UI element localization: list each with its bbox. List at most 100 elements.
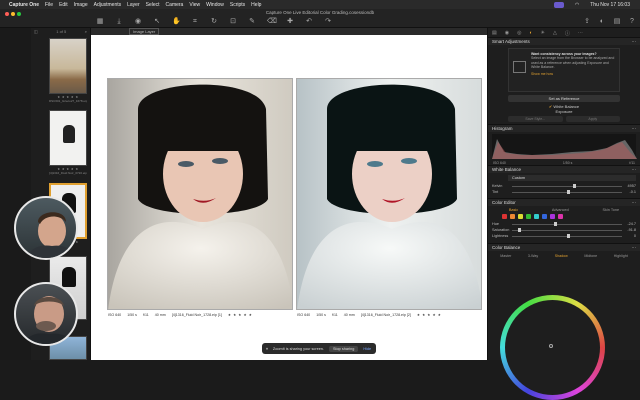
hue-knob[interactable]	[553, 222, 557, 226]
panel-menu-icon[interactable]: ⋯	[632, 167, 637, 172]
wb-mode-select[interactable]: Custom	[508, 175, 636, 181]
tab-highlight[interactable]: Highlight	[614, 254, 628, 258]
menu-adjustments[interactable]: Adjustments	[94, 2, 122, 8]
swatch-blue[interactable]	[542, 214, 547, 219]
photo-edited[interactable]	[296, 78, 482, 310]
eraser-tool-icon[interactable]: ⌫	[267, 18, 277, 25]
histogram-header[interactable]: Histogram ⋯	[488, 124, 640, 132]
lightness-knob[interactable]	[567, 234, 570, 238]
menu-file[interactable]: File	[45, 2, 53, 8]
search-icon[interactable]: ⌕	[85, 29, 87, 35]
picker-tool-icon[interactable]: ✚	[286, 18, 294, 25]
undo-icon[interactable]: ↶	[305, 18, 313, 25]
library-icon[interactable]: ▦	[96, 18, 104, 25]
menu-image[interactable]: Image	[74, 2, 88, 8]
lightness-value[interactable]: 0	[622, 234, 636, 238]
swatch-green[interactable]	[526, 214, 531, 219]
panel-menu-icon[interactable]: ⋯	[632, 39, 637, 44]
color-balance-header[interactable]: Color Balance ⋯	[488, 243, 640, 251]
hide-button[interactable]: Hide	[363, 347, 371, 351]
tab-advanced[interactable]: Advanced	[552, 208, 569, 212]
save-style-button[interactable]: Save Style...	[508, 116, 563, 122]
swatch-magenta[interactable]	[558, 214, 563, 219]
tab-lens-icon[interactable]: ◎	[517, 30, 521, 36]
proof-icon[interactable]: ◐	[598, 18, 606, 25]
thumbnail-image[interactable]	[49, 110, 87, 166]
swatch-cyan[interactable]	[534, 214, 539, 219]
tab-skin-tone[interactable]: Skin Tone	[603, 208, 620, 212]
image-viewer[interactable]: Image Layer ISO 640 1/50 s f/11 40 mm [4…	[91, 28, 487, 360]
photo-original[interactable]	[107, 78, 293, 310]
panel-menu-icon[interactable]: ⋯	[632, 200, 637, 205]
stop-sharing-button[interactable]: Stop sharing	[328, 345, 359, 352]
thumbnail[interactable]: ★ ★ ★ ★ ★ [4]1316_Fluid Noir_0720.eip	[49, 110, 87, 175]
lightness-track[interactable]	[512, 234, 622, 238]
panel-menu-icon[interactable]: ⋯	[632, 126, 637, 131]
swatch-yellow[interactable]	[518, 214, 523, 219]
tab-metadata-icon[interactable]: ⓘ	[565, 30, 570, 37]
menu-window[interactable]: Window	[206, 2, 224, 8]
tab-details-icon[interactable]: △	[553, 30, 557, 36]
view-icon[interactable]: ◫	[34, 29, 38, 35]
menu-edit[interactable]: Edit	[59, 2, 68, 8]
rotate-tool-icon[interactable]: ↻	[210, 18, 218, 25]
pan-tool-icon[interactable]: ✋	[172, 18, 181, 25]
tint-track[interactable]	[512, 190, 622, 194]
kelvin-knob[interactable]	[572, 184, 576, 188]
camera-icon[interactable]: ◉	[134, 18, 142, 25]
star-rating[interactable]: ★ ★ ★ ★ ★	[417, 313, 442, 317]
grid-icon[interactable]: ▤	[613, 18, 621, 25]
white-balance-header[interactable]: White Balance ⋯	[488, 165, 640, 173]
saturation-knob[interactable]	[517, 228, 521, 232]
tab-library-icon[interactable]: ▤	[492, 30, 497, 36]
star-rating[interactable]: ★ ★ ★ ★ ★	[228, 313, 253, 317]
import-icon[interactable]: ⤓	[115, 18, 123, 25]
checkbox-icon[interactable]: ✔	[549, 104, 552, 109]
screen-share-icon[interactable]	[553, 1, 564, 8]
tint-knob[interactable]	[567, 190, 570, 194]
hue-track[interactable]	[512, 222, 622, 226]
tab-master[interactable]: Master	[500, 254, 511, 258]
smart-adjustments-header[interactable]: Smart Adjustments ⋯	[488, 37, 640, 45]
tab-midtone[interactable]: Midtone	[584, 254, 597, 258]
cursor-tool-icon[interactable]: ↖	[153, 18, 161, 25]
color-wheel[interactable]	[500, 295, 605, 400]
wifi-icon[interactable]: ◠	[575, 2, 579, 8]
apply-button[interactable]: Apply	[565, 116, 620, 122]
tab-capture-icon[interactable]: ◉	[505, 30, 509, 36]
thumbnail[interactable]: ★ ★ ★ ★ ★ DSC601_Grieco27_1678.eip	[49, 38, 87, 103]
panel-menu-icon[interactable]: ⋯	[632, 245, 637, 250]
keystone-tool-icon[interactable]: ⊡	[229, 18, 237, 25]
tab-more-icon[interactable]: ⋯	[578, 30, 583, 36]
menu-camera[interactable]: Camera	[166, 2, 184, 8]
saturation-value[interactable]: -91.8	[622, 228, 636, 232]
tint-slider[interactable]: Tint -0.1	[492, 189, 636, 195]
menu-view[interactable]: View	[189, 2, 200, 8]
layer-selector[interactable]: Image Layer	[129, 28, 160, 35]
swatch-purple[interactable]	[550, 214, 555, 219]
kelvin-track[interactable]	[512, 184, 622, 188]
swatch-orange[interactable]	[510, 214, 515, 219]
kelvin-value[interactable]: 4957	[622, 184, 636, 188]
help-icon[interactable]: ?	[628, 18, 636, 25]
tab-shadow[interactable]: Shadow	[555, 254, 568, 258]
menu-app[interactable]: Capture One	[9, 2, 39, 8]
menu-layer[interactable]: Layer	[127, 2, 140, 8]
hue-value[interactable]: -24.7	[622, 222, 636, 226]
lightness-slider[interactable]: Lightness 0	[492, 233, 636, 239]
set-reference-button[interactable]: Set as Reference	[508, 95, 620, 102]
redo-icon[interactable]: ↷	[324, 18, 332, 25]
tab-color-icon[interactable]: ◐	[529, 30, 532, 36]
swatch-red[interactable]	[502, 214, 507, 219]
menu-scripts[interactable]: Scripts	[230, 2, 245, 8]
tab-exposure-icon[interactable]: ☀	[541, 30, 545, 36]
color-editor-header[interactable]: Color Editor ⋯	[488, 198, 640, 206]
crop-tool-icon[interactable]: ⌗	[191, 18, 199, 25]
tab-3-way[interactable]: 3-Way	[528, 254, 538, 258]
thumbnail-image[interactable]	[49, 38, 87, 94]
menu-help[interactable]: Help	[251, 2, 261, 8]
tab-basic[interactable]: Basic	[509, 208, 518, 212]
menu-select[interactable]: Select	[146, 2, 160, 8]
export-icon[interactable]: ⇪	[583, 18, 591, 25]
show-me-how-link[interactable]: Show me how	[531, 72, 615, 76]
